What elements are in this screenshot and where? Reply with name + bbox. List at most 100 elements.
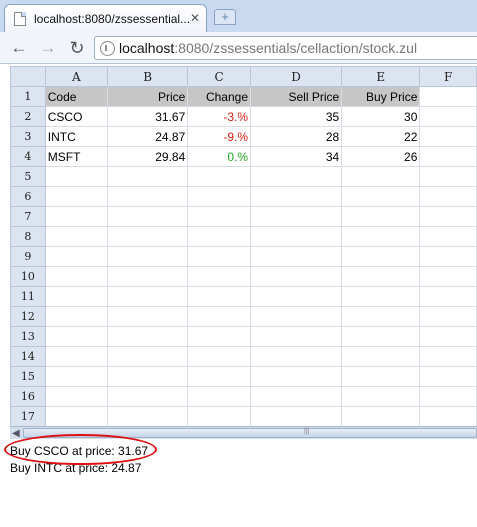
cell[interactable]	[250, 206, 343, 227]
cell-change[interactable]: -9.%	[187, 126, 252, 147]
cell-code[interactable]: CSCO	[44, 106, 108, 127]
row-header[interactable]: 4	[10, 146, 46, 167]
cell[interactable]	[419, 366, 477, 387]
cell[interactable]	[44, 386, 108, 407]
cell[interactable]	[106, 286, 189, 307]
cell[interactable]	[44, 246, 108, 267]
cell[interactable]	[341, 406, 421, 426]
forward-arrow-icon[interactable]: →	[37, 37, 59, 59]
back-arrow-icon[interactable]: ←	[8, 37, 30, 59]
cell[interactable]	[341, 326, 421, 347]
cell[interactable]	[44, 306, 108, 327]
cell[interactable]	[44, 266, 108, 287]
cell-sell-price[interactable]: 35	[250, 106, 343, 127]
cell[interactable]	[187, 386, 252, 407]
cell[interactable]	[44, 326, 108, 347]
row-header[interactable]: 2	[10, 106, 46, 127]
row-header[interactable]: 12	[10, 306, 46, 327]
scroll-left-icon[interactable]: ◀	[12, 428, 20, 439]
cell[interactable]	[250, 166, 343, 187]
row-header[interactable]: 16	[10, 386, 46, 407]
cell[interactable]	[341, 306, 421, 327]
cell[interactable]	[419, 226, 477, 247]
cell[interactable]	[187, 286, 252, 307]
cell[interactable]	[44, 346, 108, 367]
cell[interactable]	[419, 346, 477, 367]
column-header-a[interactable]: A	[44, 66, 108, 87]
cell[interactable]	[341, 226, 421, 247]
cell[interactable]	[187, 206, 252, 227]
cell-change-header[interactable]: Change	[187, 86, 252, 107]
cell[interactable]	[250, 386, 343, 407]
cell[interactable]	[419, 146, 477, 167]
cell[interactable]	[341, 346, 421, 367]
cell[interactable]	[44, 206, 108, 227]
cell[interactable]	[187, 366, 252, 387]
cell-price[interactable]: 29.84	[106, 146, 189, 167]
cell[interactable]	[187, 306, 252, 327]
cell[interactable]	[250, 326, 343, 347]
cell[interactable]	[341, 166, 421, 187]
cell[interactable]	[341, 286, 421, 307]
row-header[interactable]: 5	[10, 166, 46, 187]
cell[interactable]	[419, 406, 477, 426]
cell[interactable]	[106, 326, 189, 347]
row-header[interactable]: 14	[10, 346, 46, 367]
cell-price[interactable]: 31.67	[106, 106, 189, 127]
cell[interactable]	[419, 266, 477, 287]
cell[interactable]	[187, 226, 252, 247]
column-header-d[interactable]: D	[250, 66, 343, 87]
cell[interactable]	[187, 186, 252, 207]
cell-price-header[interactable]: Price	[106, 86, 189, 107]
cell[interactable]	[106, 246, 189, 267]
cell[interactable]	[106, 306, 189, 327]
cell[interactable]	[419, 106, 477, 127]
cell[interactable]	[44, 186, 108, 207]
reload-icon[interactable]: ↻	[66, 37, 88, 59]
cell[interactable]	[419, 186, 477, 207]
cell[interactable]	[419, 326, 477, 347]
cell[interactable]	[341, 266, 421, 287]
cell[interactable]	[44, 226, 108, 247]
cell-code[interactable]: INTC	[44, 126, 108, 147]
cell-change[interactable]: -3.%	[187, 106, 252, 127]
cell[interactable]	[187, 326, 252, 347]
cell[interactable]	[106, 186, 189, 207]
cell[interactable]	[419, 306, 477, 327]
row-header[interactable]: 6	[10, 186, 46, 207]
cell-buy-price[interactable]: 22	[341, 126, 421, 147]
cell[interactable]	[419, 126, 477, 147]
address-bar[interactable]: localhost:8080/zssessentials/cellaction/…	[94, 36, 477, 60]
cell[interactable]	[187, 246, 252, 267]
cell[interactable]	[106, 386, 189, 407]
cell[interactable]	[250, 366, 343, 387]
cell-buy-price-header[interactable]: Buy Price	[341, 86, 421, 107]
cell[interactable]	[44, 286, 108, 307]
row-header[interactable]: 1	[10, 86, 46, 107]
cell[interactable]	[341, 206, 421, 227]
row-header[interactable]: 9	[10, 246, 46, 267]
cell[interactable]	[250, 346, 343, 367]
new-tab-button[interactable]: +	[214, 9, 236, 25]
column-header-f[interactable]: F	[419, 66, 477, 87]
cell-sell-price-header[interactable]: Sell Price	[250, 86, 343, 107]
cell[interactable]	[44, 406, 108, 426]
cell[interactable]	[341, 186, 421, 207]
column-header-c[interactable]: C	[187, 66, 252, 87]
cell[interactable]	[106, 166, 189, 187]
row-header[interactable]: 11	[10, 286, 46, 307]
cell[interactable]	[106, 226, 189, 247]
cell[interactable]	[419, 86, 477, 107]
cell[interactable]	[187, 346, 252, 367]
row-header[interactable]: 3	[10, 126, 46, 147]
cell-code[interactable]: MSFT	[44, 146, 108, 167]
cell[interactable]	[250, 266, 343, 287]
cell[interactable]	[44, 366, 108, 387]
row-header[interactable]: 15	[10, 366, 46, 387]
row-header[interactable]: 17	[10, 406, 46, 426]
cell[interactable]	[250, 226, 343, 247]
cell[interactable]	[250, 286, 343, 307]
row-header[interactable]: 7	[10, 206, 46, 227]
page-info-icon[interactable]	[100, 41, 115, 56]
cell[interactable]	[419, 166, 477, 187]
